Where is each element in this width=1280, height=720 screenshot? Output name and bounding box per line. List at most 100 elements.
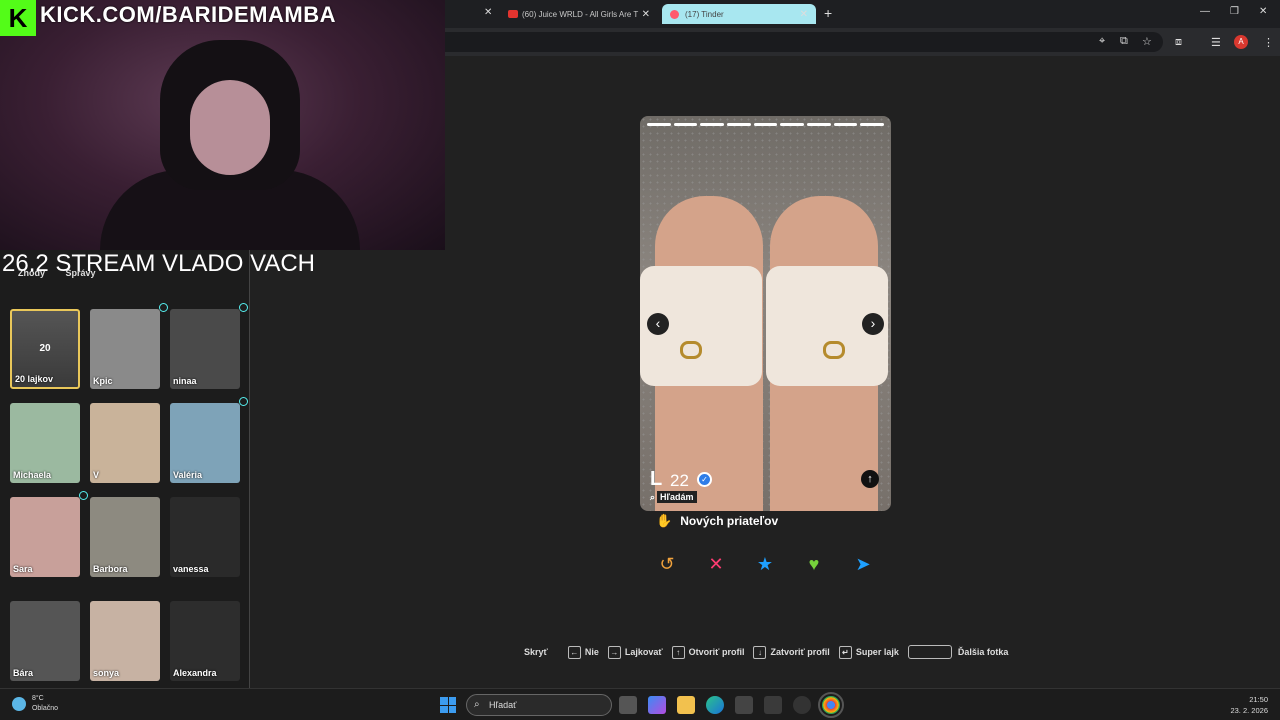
xbox-icon[interactable]: [764, 696, 782, 714]
minimize-icon[interactable]: —: [1200, 6, 1210, 17]
relationship-goal-text: Nových priateľov: [680, 514, 779, 528]
photo-progress-segment[interactable]: [780, 123, 805, 126]
close-tab-icon[interactable]: ✕: [484, 7, 492, 18]
tab-tinder[interactable]: (17) Tinder ✕: [662, 4, 816, 24]
match-name: Barbora: [93, 564, 128, 574]
match-tile[interactable]: Kpic: [90, 303, 168, 389]
photo-progress-segment[interactable]: [860, 123, 885, 126]
kick-url-text: KICK.COM/BARIDEMAMBA: [40, 2, 336, 27]
relationship-goal: ✋ Nových priateľov: [656, 513, 778, 529]
match-tile[interactable]: Barbora: [90, 497, 160, 577]
match-name: V: [93, 470, 100, 480]
boost-button[interactable]: ➤: [848, 552, 878, 576]
shortcut-label: Zatvoriť profil: [770, 647, 830, 657]
photo-progress-segment[interactable]: [753, 123, 778, 126]
system-clock[interactable]: 21:50 23. 2. 2026: [1230, 694, 1268, 716]
location-icon[interactable]: ⌖: [1099, 35, 1105, 48]
new-tab-button[interactable]: +: [824, 5, 832, 21]
key-icon: ↑: [671, 645, 685, 659]
tab-label: (60) Juice WRLD - All Girls Are T: [522, 9, 639, 19]
extensions-icon[interactable]: ⧈: [1175, 36, 1182, 49]
copilot-icon[interactable]: [648, 696, 666, 714]
match-tile[interactable]: vanessa: [170, 497, 240, 577]
restore-icon[interactable]: ❐: [1230, 6, 1239, 17]
taskbar-search[interactable]: ⌕ Hľadať: [466, 694, 612, 716]
photo-progress-segment[interactable]: [700, 123, 725, 126]
shortcut-label: Ďalšia fotka: [957, 647, 1009, 657]
like-button[interactable]: ♥: [799, 552, 829, 576]
match-tile[interactable]: Sara: [10, 491, 88, 577]
shortcut-item: ↓ Zatvoriť profil: [753, 645, 830, 659]
weather-widget[interactable]: 8°C Oblačno: [12, 694, 58, 714]
match-tile[interactable]: Valéria: [170, 397, 248, 483]
file-explorer-icon[interactable]: [677, 696, 695, 714]
close-window-icon[interactable]: ✕: [1259, 6, 1267, 17]
tab-youtube[interactable]: (60) Juice WRLD - All Girls Are T ✕: [500, 4, 658, 24]
hide-shortcuts-button[interactable]: Skryť: [524, 647, 548, 657]
next-photo-button[interactable]: ›: [862, 313, 884, 335]
super-like-button[interactable]: ★: [750, 552, 780, 576]
webcam-overlay: K KICK.COM/BARIDEMAMBA: [0, 0, 445, 250]
profile-card[interactable]: ‹ › L 22 ✓ ↑ ⌕ Hľadám: [640, 116, 891, 511]
media-controls-icon[interactable]: ☰: [1211, 36, 1221, 49]
key-icon: ↓: [753, 645, 767, 659]
photo-progress-segment[interactable]: [727, 123, 751, 126]
stream-title: 26.2 STREAM VLADO VACH: [2, 250, 315, 277]
match-tile[interactable]: Michaela: [10, 403, 80, 483]
tab-label: (17) Tinder: [685, 9, 724, 19]
open-profile-button[interactable]: ↑: [861, 470, 879, 488]
prev-photo-button[interactable]: ‹: [647, 313, 669, 335]
match-tile[interactable]: ninaa: [170, 303, 248, 389]
close-tab-icon[interactable]: ✕: [642, 9, 650, 20]
weather-icon: [12, 697, 26, 711]
address-bar[interactable]: ⌖ ⧉ ☆: [445, 32, 1163, 52]
shortcut-item: → Lajkovať: [607, 645, 663, 659]
new-match-dot-icon: [79, 491, 88, 500]
install-app-icon[interactable]: ⧉: [1120, 35, 1128, 48]
key-icon: ←: [567, 645, 581, 659]
tinder-icon: [670, 9, 679, 19]
match-tile[interactable]: V: [90, 403, 160, 483]
profile-avatar[interactable]: A: [1234, 35, 1248, 49]
photo-progress-segment[interactable]: [833, 123, 858, 126]
new-match-dot-icon: [239, 397, 248, 406]
photo-progress: [647, 123, 885, 126]
taskbar: 8°C Oblačno ⌕ Hľadať 21:50 23. 2. 2026: [0, 688, 1280, 720]
chrome-icon[interactable]: [818, 692, 844, 718]
weather-temp: 8°C: [31, 695, 44, 702]
search-icon: ⌕: [650, 491, 656, 502]
start-button[interactable]: [440, 697, 456, 713]
shortcut-item: ↵ Super lajk: [838, 645, 899, 659]
shortcut-label: Nie: [584, 647, 599, 657]
match-tile[interactable]: Alexandra: [170, 601, 240, 681]
photo-progress-segment[interactable]: [807, 123, 831, 126]
match-tile[interactable]: sonya: [90, 601, 160, 681]
action-bar: ↺ ✕ ★ ♥ ➤: [652, 552, 882, 576]
new-match-dot-icon: [159, 303, 168, 312]
likes-you-tile[interactable]: 20 20 lajkov: [10, 309, 80, 389]
bookmark-star-icon[interactable]: ☆: [1142, 35, 1152, 48]
photo-progress-segment[interactable]: [647, 123, 671, 126]
profile-age: 22: [670, 471, 689, 490]
app-icon[interactable]: [793, 696, 811, 714]
match-name: Michaela: [13, 470, 52, 480]
close-tab-icon[interactable]: ✕: [800, 9, 808, 20]
match-tile[interactable]: Bára: [10, 601, 80, 681]
edge-icon[interactable]: [706, 696, 724, 714]
rewind-button[interactable]: ↺: [652, 552, 682, 576]
photo-progress-segment[interactable]: [673, 123, 698, 126]
match-name: Kpic: [93, 376, 113, 386]
menu-dots-icon[interactable]: ⋮: [1263, 36, 1274, 49]
store-icon[interactable]: [735, 696, 753, 714]
looking-for-chip: ⌕ Hľadám: [650, 491, 697, 503]
match-name: ninaa: [173, 376, 197, 386]
looking-for-label: Hľadám: [657, 491, 697, 503]
nope-button[interactable]: ✕: [701, 552, 731, 576]
space-key-icon: [907, 645, 952, 659]
task-view-icon[interactable]: [619, 696, 637, 714]
likes-label: 20 lajkov: [15, 374, 54, 384]
shortcut-item: ↑ Otvoriť profil: [671, 645, 744, 659]
weather-desc: Oblačno: [31, 705, 59, 712]
streamer-face: [190, 80, 270, 175]
search-icon: ⌕: [474, 699, 480, 710]
